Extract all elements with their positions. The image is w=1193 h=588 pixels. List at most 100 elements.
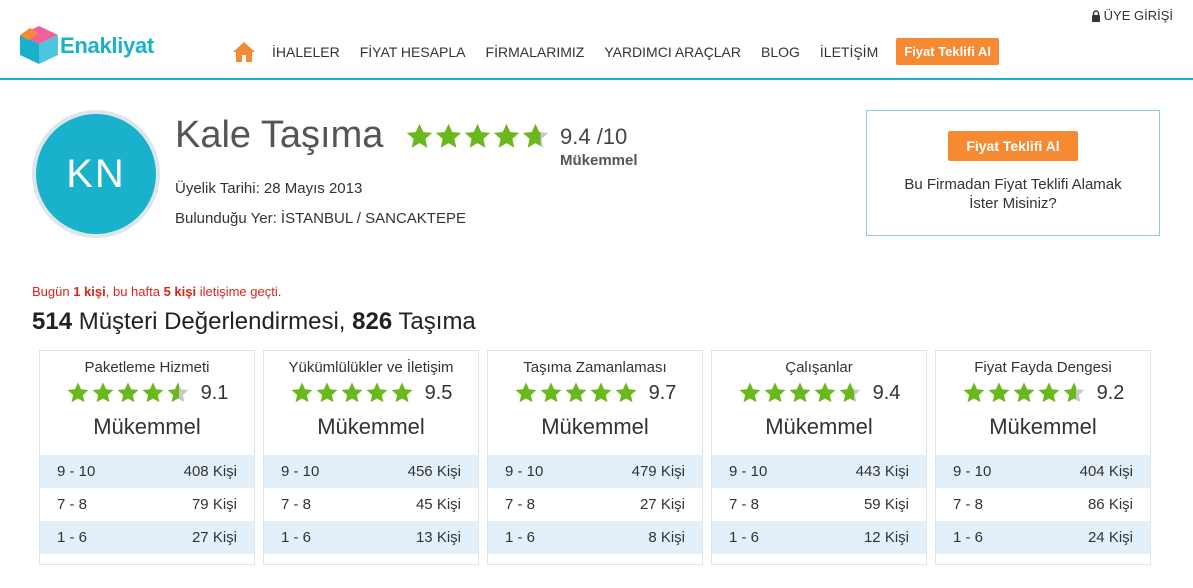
contact-note-part: iletişime geçti. (196, 284, 282, 299)
star-icon (789, 382, 811, 403)
reviews-label: Müşteri Değerlendirmesi, (72, 308, 353, 335)
star-icon (540, 382, 562, 403)
main-nav: İHALELER FİYAT HESAPLA FİRMALARIMIZ YARD… (232, 38, 999, 65)
card-label: Mükemmel (765, 414, 873, 439)
rating-row: 1 - 6 27 Kişi (40, 521, 254, 554)
card-title: Çalışanlar (785, 359, 853, 376)
today-contact-count: 1 kişi (73, 284, 106, 299)
nav-ihaleler[interactable]: İHALELER (272, 44, 340, 60)
nav-yardimci-araclar[interactable]: YARDIMCI ARAÇLAR (604, 44, 741, 60)
home-icon[interactable] (232, 41, 256, 63)
moves-count: 826 (352, 308, 393, 335)
nav-firmalarimiz[interactable]: FİRMALARIMIZ (486, 44, 585, 60)
star-icon (406, 123, 433, 148)
rating-range: 9 - 10 (281, 463, 320, 480)
lock-icon (1091, 9, 1100, 22)
star-icon (590, 382, 612, 403)
rating-count: 8 Kişi (648, 529, 685, 546)
rating-card: Fiyat Fayda Dengesi 9.2 Mükemmel 9 - 10 404 … (935, 350, 1151, 565)
rating-row: 7 - 8 79 Kişi (40, 488, 254, 521)
reviews-count: 514 (32, 308, 73, 335)
rating-card: Yükümlülükler ve İletişim 9.5 Mükemmel 9 - … (263, 350, 479, 565)
card-score: 9.4 (872, 381, 901, 404)
nav-fiyat-hesapla[interactable]: FİYAT HESAPLA (360, 44, 466, 60)
rating-count: 79 Kişi (191, 496, 237, 513)
rating-row: 1 - 6 24 Kişi (936, 521, 1150, 554)
card-score: 9.1 (200, 381, 229, 404)
rating-count: 443 Kişi (855, 463, 909, 480)
star-icon (1038, 382, 1060, 403)
card-stars (962, 381, 1087, 405)
rating-range: 7 - 8 (729, 496, 760, 513)
company-location: Bulunduğu Yer: İSTANBUL / SANCAKTEPE (175, 210, 466, 227)
card-rows: 9 - 10 456 Kişi 7 - 8 45 Kişi 1 - 6 13 Kişi (264, 455, 478, 554)
star-icon (341, 382, 363, 403)
rating-range: 1 - 6 (729, 529, 760, 546)
rating-range: 9 - 10 (729, 463, 768, 480)
rating-count: 45 Kişi (415, 496, 461, 513)
star-icon (67, 382, 89, 403)
star-icon (814, 382, 836, 403)
rating-range: 9 - 10 (953, 463, 992, 480)
logo-cube-icon (20, 26, 58, 64)
company-avatar: KN (32, 110, 160, 238)
star-icon (615, 382, 637, 403)
header-quote-button[interactable]: Fiyat Teklifi Al (896, 38, 999, 65)
card-stars (290, 381, 415, 405)
star-icon (435, 123, 462, 148)
card-rating: 9.2 (936, 381, 1150, 405)
rating-range: 7 - 8 (281, 496, 312, 513)
week-contact-count: 5 kişi (163, 284, 197, 299)
star-icon (522, 123, 549, 148)
star-icon (391, 382, 413, 403)
card-rows: 9 - 10 404 Kişi 7 - 8 86 Kişi 1 - 6 24 Kişi (936, 455, 1150, 554)
nav-iletisim[interactable]: İLETİŞİM (820, 44, 878, 60)
rating-range: 7 - 8 (953, 496, 984, 513)
rating-range: 7 - 8 (505, 496, 536, 513)
card-label: Mükemmel (317, 414, 425, 439)
card-title: Yükümlülükler ve İletişim (288, 359, 454, 376)
card-rating: 9.1 (40, 381, 254, 405)
rating-row: 9 - 10 456 Kişi (264, 455, 478, 488)
review-summary: 514 Müşteri Değerlendirmesi, 826 Taşıma (32, 308, 476, 336)
rating-row: 7 - 8 45 Kişi (264, 488, 478, 521)
card-rows: 9 - 10 479 Kişi 7 - 8 27 Kişi 1 - 6 8 Kişi (488, 455, 702, 554)
card-stars (738, 381, 863, 405)
company-rating-label: Mükemmel (560, 152, 638, 169)
card-score: 9.5 (424, 381, 453, 404)
star-icon (764, 382, 786, 403)
rating-card: Çalışanlar 9.4 Mükemmel 9 - 10 443 Kişi 7 - 8… (711, 350, 927, 565)
rating-row: 7 - 8 59 Kişi (712, 488, 926, 521)
card-rating: 9.5 (264, 381, 478, 405)
rating-count: 456 Kişi (407, 463, 461, 480)
rating-count: 27 Kişi (191, 529, 237, 546)
star-icon (1013, 382, 1035, 403)
card-title: Fiyat Fayda Dengesi (974, 359, 1112, 376)
logo[interactable]: Enakliyat (16, 22, 154, 66)
star-icon (839, 382, 861, 403)
nav-blog[interactable]: BLOG (761, 44, 800, 60)
rating-row: 7 - 8 86 Kişi (936, 488, 1150, 521)
rating-range: 1 - 6 (953, 529, 984, 546)
rating-range: 1 - 6 (505, 529, 536, 546)
star-icon (963, 382, 985, 403)
card-rating: 9.7 (488, 381, 702, 405)
star-icon (1063, 382, 1085, 403)
company-rating-stars (405, 122, 550, 151)
star-icon (464, 123, 491, 148)
rating-row: 1 - 6 12 Kişi (712, 521, 926, 554)
rating-range: 1 - 6 (281, 529, 312, 546)
contact-note-part: Bugün (32, 284, 74, 299)
star-icon (988, 382, 1010, 403)
star-icon (739, 382, 761, 403)
star-icon (565, 382, 587, 403)
quote-button[interactable]: Fiyat Teklifi Al (948, 131, 1078, 161)
login-link[interactable]: ÜYE GİRİŞİ (1091, 8, 1173, 23)
card-title: Taşıma Zamanlaması (523, 359, 667, 376)
card-stars (66, 381, 191, 405)
rating-count: 59 Kişi (863, 496, 909, 513)
company-name: Kale Taşıma (175, 114, 384, 156)
rating-range: 1 - 6 (57, 529, 88, 546)
rating-row: 9 - 10 443 Kişi (712, 455, 926, 488)
star-icon (142, 382, 164, 403)
